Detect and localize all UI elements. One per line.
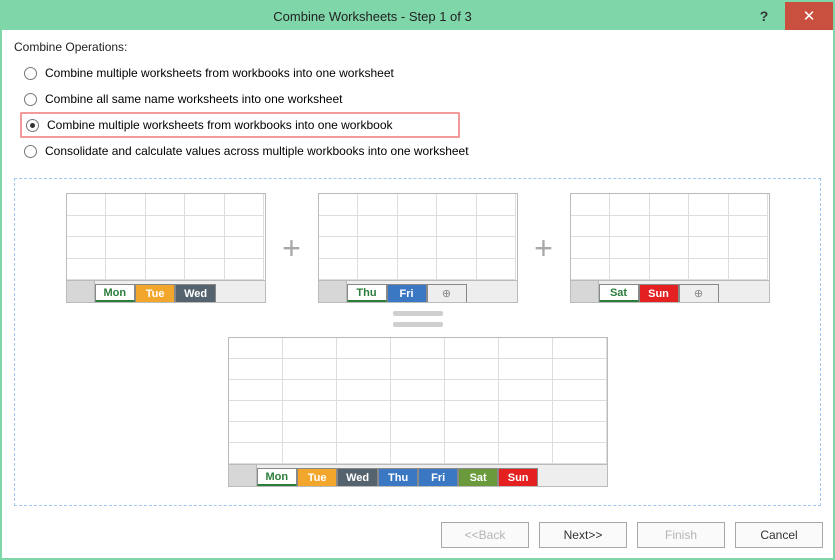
- help-button[interactable]: ?: [743, 2, 785, 30]
- result-workbook: MonTueWedThuFriSatSun: [228, 337, 608, 487]
- radio-button[interactable]: [24, 145, 37, 158]
- workbook: SatSun⊕: [570, 193, 770, 303]
- operation-options: Combine multiple worksheets from workboo…: [14, 60, 821, 164]
- sheet-tab-fri: Fri: [418, 468, 458, 486]
- sheet-tab-thu: Thu: [347, 284, 387, 302]
- sheet-tab-wed: Wed: [337, 468, 378, 486]
- sheet-tab-mon: Mon: [257, 468, 298, 486]
- workbook: MonTueWed: [66, 193, 266, 303]
- sheet-tab-sat: Sat: [599, 284, 639, 302]
- cancel-button[interactable]: Cancel: [735, 522, 823, 548]
- plus-icon: +: [274, 232, 310, 264]
- radio-label: Combine multiple worksheets from workboo…: [45, 66, 394, 80]
- sheet-tab-fri: Fri: [387, 284, 427, 302]
- dialog-body: Combine Operations: Combine multiple wor…: [2, 30, 833, 516]
- sheet-tab-bar: MonTueWedThuFriSatSun: [229, 464, 607, 486]
- result-workbook: MonTueWedThuFriSatSun: [228, 337, 608, 487]
- title-controls: ? ✕: [743, 2, 833, 30]
- sheet-tab-tue: Tue: [297, 468, 337, 486]
- finish-button[interactable]: Finish: [637, 522, 725, 548]
- next-button[interactable]: Next>>: [539, 522, 627, 548]
- sheet-tab-sun: Sun: [639, 284, 679, 302]
- radio-option-0[interactable]: Combine multiple worksheets from workboo…: [20, 60, 821, 86]
- group-label: Combine Operations:: [14, 40, 821, 54]
- plus-icon: +: [526, 232, 562, 264]
- sheet-tab-bar: SatSun⊕: [571, 280, 769, 302]
- sheet-tab-sun: Sun: [498, 468, 538, 486]
- sheet-tab-mon: Mon: [95, 284, 136, 302]
- close-button[interactable]: ✕: [785, 2, 833, 30]
- equals-icon: [393, 311, 443, 327]
- diagram-area: MonTueWed+ThuFri⊕+SatSun⊕ MonTueWedThuFr…: [14, 178, 821, 506]
- add-sheet-icon: ⊕: [679, 284, 719, 302]
- radio-option-3[interactable]: Consolidate and calculate values across …: [20, 138, 821, 164]
- footer-buttons: <<Back Next>> Finish Cancel: [2, 516, 833, 558]
- workbook: ThuFri⊕: [318, 193, 518, 303]
- sheet-tab-bar: MonTueWed: [67, 280, 265, 302]
- radio-label: Combine multiple worksheets from workboo…: [47, 118, 393, 132]
- source-workbook-row: MonTueWed+ThuFri⊕+SatSun⊕: [66, 193, 770, 303]
- add-sheet-icon: ⊕: [427, 284, 467, 302]
- radio-label: Combine all same name worksheets into on…: [45, 92, 342, 106]
- dialog-window: Combine Worksheets - Step 1 of 3 ? ✕ Com…: [0, 0, 835, 560]
- title-bar: Combine Worksheets - Step 1 of 3 ? ✕: [2, 2, 833, 30]
- sheet-tab-tue: Tue: [135, 284, 175, 302]
- sheet-tab-thu: Thu: [378, 468, 418, 486]
- radio-option-2[interactable]: Combine multiple worksheets from workboo…: [20, 112, 460, 138]
- sheet-tab-wed: Wed: [175, 284, 216, 302]
- radio-button[interactable]: [24, 93, 37, 106]
- back-button[interactable]: <<Back: [441, 522, 529, 548]
- radio-button[interactable]: [26, 119, 39, 132]
- window-title: Combine Worksheets - Step 1 of 3: [2, 9, 743, 24]
- radio-label: Consolidate and calculate values across …: [45, 144, 469, 158]
- sheet-tab-sat: Sat: [458, 468, 498, 486]
- radio-option-1[interactable]: Combine all same name worksheets into on…: [20, 86, 821, 112]
- sheet-tab-bar: ThuFri⊕: [319, 280, 517, 302]
- radio-button[interactable]: [24, 67, 37, 80]
